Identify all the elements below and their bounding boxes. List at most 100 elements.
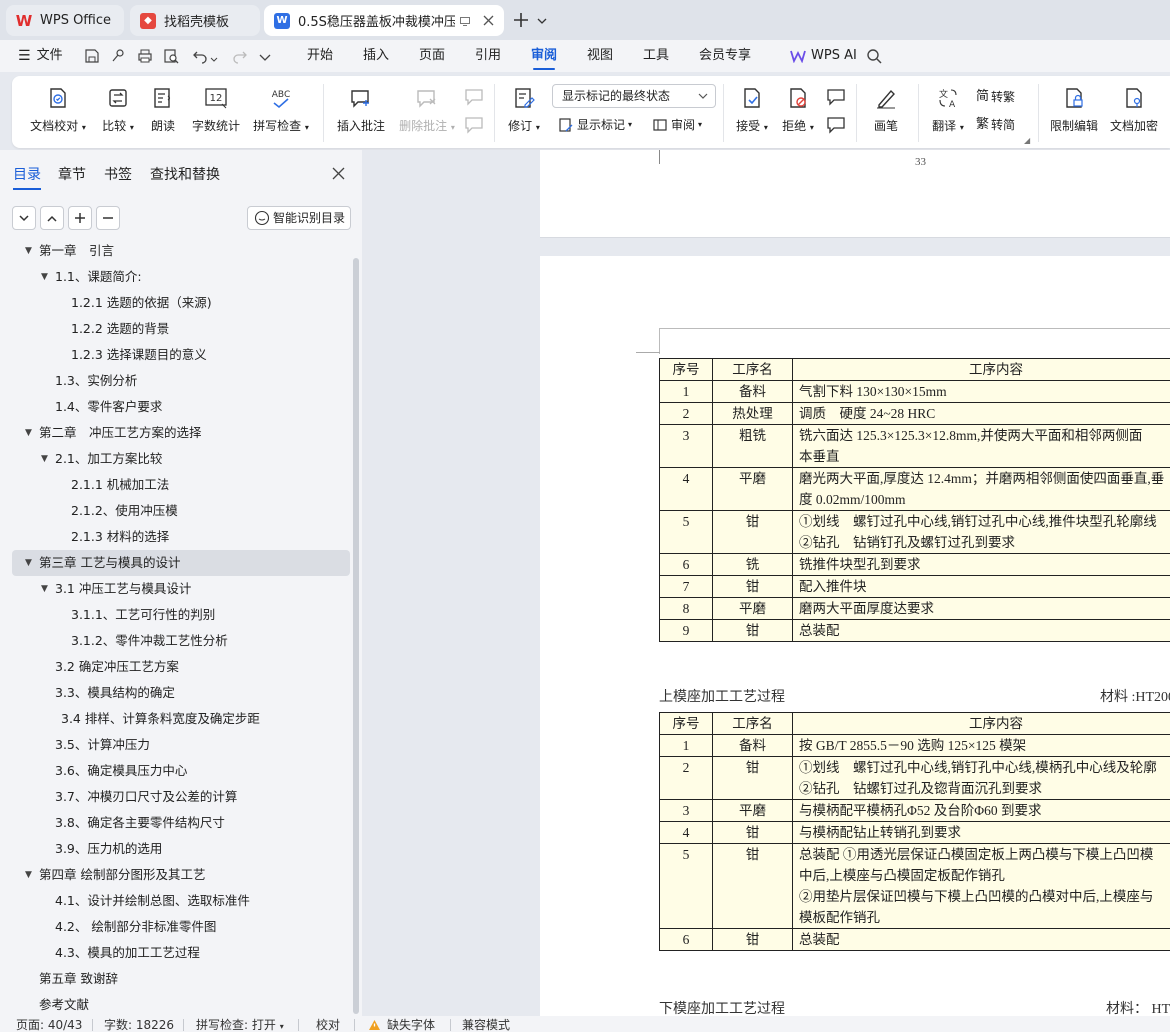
redo-icon[interactable] <box>232 48 248 67</box>
remove-heading-button[interactable] <box>96 206 120 230</box>
delete-comment-button[interactable]: 删除批注 ▾ <box>394 76 460 148</box>
toc-item[interactable]: 3.9、压力机的选用 <box>12 836 350 862</box>
save-icon[interactable] <box>84 48 100 67</box>
menu-references[interactable]: 引用 <box>475 40 501 72</box>
expand-triangle-icon[interactable]: ▼ <box>41 264 48 290</box>
prev-comment-icon[interactable] <box>464 88 484 109</box>
nav-tab-bookmarks[interactable]: 书签 <box>104 164 132 184</box>
toc-item[interactable]: ▼ 第二章 冲压工艺方案的选择 <box>12 420 350 446</box>
to-traditional-button[interactable]: 简转繁 <box>976 86 1015 108</box>
add-heading-button[interactable] <box>68 206 92 230</box>
reject-button[interactable]: 拒绝 ▾ <box>776 76 820 148</box>
show-markup-button[interactable]: 显示标记 ▾ <box>558 114 632 136</box>
doc-encrypt-button[interactable]: 文档加密 <box>1106 76 1162 148</box>
collapse-all-button[interactable] <box>40 206 64 230</box>
toc-item[interactable]: ▼ 2.1、加工方案比较 <box>12 446 350 472</box>
toc-item[interactable]: 2.1.1 机械加工法 <box>12 472 350 498</box>
close-pane-icon[interactable] <box>332 167 345 183</box>
expand-triangle-icon[interactable]: ▼ <box>25 420 32 446</box>
toc-item[interactable]: 3.5、计算冲压力 <box>12 732 350 758</box>
toc-item[interactable]: 3.7、冲模刃口尺寸及公差的计算 <box>12 784 350 810</box>
tab-list-chevron-icon[interactable] <box>537 14 547 29</box>
toc-item[interactable]: 3.4 排样、计算条料宽度及确定步距 <box>12 706 350 732</box>
expand-all-button[interactable] <box>12 206 36 230</box>
expand-triangle-icon[interactable]: ▼ <box>41 576 48 602</box>
file-menu[interactable]: ☰ 文件 <box>18 40 63 72</box>
undo-dropdown-icon[interactable] <box>210 52 218 67</box>
nav-tab-find-replace[interactable]: 查找和替换 <box>150 164 220 184</box>
restrict-edit-button[interactable]: 限制编辑 <box>1046 76 1102 148</box>
print-preview-icon[interactable] <box>163 48 179 67</box>
wps-ai-button[interactable]: WPS AI <box>790 40 857 72</box>
nav-tab-toc[interactable]: 目录 <box>13 164 41 190</box>
pen-button[interactable]: 画笔 <box>864 76 908 148</box>
toc-item[interactable]: 3.6、确定模具压力中心 <box>12 758 350 784</box>
expand-triangle-icon[interactable]: ▼ <box>25 241 32 264</box>
toc-item[interactable]: 1.2.1 选题的依据（来源) <box>12 290 350 316</box>
track-changes-button[interactable]: 修订 ▾ <box>502 76 546 148</box>
word-count-indicator[interactable]: 字数: 18226 <box>104 1016 174 1032</box>
dialog-launcher-icon[interactable]: ◢ <box>1024 136 1030 145</box>
window-restore-icon[interactable] <box>459 15 471 27</box>
menu-insert[interactable]: 插入 <box>363 40 389 72</box>
proofread-status[interactable]: 校对 <box>316 1016 340 1032</box>
toc-item[interactable]: 1.3、实例分析 <box>12 368 350 394</box>
smart-toc-button[interactable]: 智能识别目录 <box>247 206 351 230</box>
toc-item[interactable]: ▼ 第一章 引言 <box>12 241 350 264</box>
tab-current-document[interactable]: W 0.5S稳压器盖板冲裁模冲压工艺 <box>264 5 504 36</box>
doc-check-button[interactable]: 文档校对 ▾ <box>24 76 92 148</box>
print-icon[interactable] <box>137 48 153 67</box>
toc-item[interactable]: ▼ 第四章 绘制部分图形及其工艺 <box>12 862 350 888</box>
toc-item[interactable]: 4.3、模具的加工工艺过程 <box>12 940 350 966</box>
tab-wps-office[interactable]: W WPS Office <box>6 5 124 36</box>
toc-item[interactable]: 3.8、确定各主要零件结构尺寸 <box>12 810 350 836</box>
toc-item[interactable]: 2.1.2、使用冲压模 <box>12 498 350 524</box>
next-comment-icon[interactable] <box>464 116 484 137</box>
tab-docer-templates[interactable]: ◆ 找稻壳模板 <box>130 5 260 36</box>
toc-item[interactable]: 1.2.3 选择课题目的意义 <box>12 342 350 368</box>
toc-item[interactable]: ▼ 3.1 冲压工艺与模具设计 <box>12 576 350 602</box>
more-quick-access-icon[interactable] <box>259 51 271 66</box>
toc-item[interactable]: 4.1、设计并绘制总图、选取标准件 <box>12 888 350 914</box>
markup-state-select[interactable]: 显示标记的最终状态 <box>552 84 716 108</box>
toc-item[interactable]: 3.2 确定冲压工艺方案 <box>12 654 350 680</box>
toc-item[interactable]: ▼ 第三章 工艺与模具的设计 <box>12 550 350 576</box>
spell-check-status[interactable]: 拼写检查: 打开 ▾ <box>196 1016 284 1032</box>
to-simplified-button[interactable]: 繁转简 <box>976 114 1015 136</box>
menu-member[interactable]: 会员专享 <box>699 40 751 72</box>
accept-button[interactable]: 接受 ▾ <box>730 76 774 148</box>
next-change-icon[interactable] <box>826 116 846 137</box>
toc-item[interactable]: 1.2.2 选题的背景 <box>12 316 350 342</box>
toc-item[interactable]: ▼ 1.1、课题简介: <box>12 264 350 290</box>
insert-comment-button[interactable]: 插入批注 <box>332 76 390 148</box>
nav-tab-sections[interactable]: 章节 <box>58 164 86 184</box>
toc-item[interactable]: 3.1.2、零件冲裁工艺性分析 <box>12 628 350 654</box>
expand-triangle-icon[interactable]: ▼ <box>25 862 32 888</box>
toc-item[interactable]: 3.3、模具结构的确定 <box>12 680 350 706</box>
toc-item[interactable]: 2.1.3 材料的选择 <box>12 524 350 550</box>
compare-button[interactable]: 比较 ▾ <box>96 76 140 148</box>
toc-scrollbar[interactable] <box>353 258 359 1014</box>
document-canvas[interactable]: 33 序号 工序名 工序内容 1 备料 气割下料 130×130×15mm 2 热处理 调质 硬… <box>362 150 1170 1016</box>
read-aloud-button[interactable]: 朗读 <box>144 76 182 148</box>
menu-view[interactable]: 视图 <box>587 40 613 72</box>
menu-home[interactable]: 开始 <box>307 40 333 72</box>
translate-button[interactable]: 文A 翻译 ▾ <box>926 76 970 148</box>
share-icon[interactable] <box>110 48 126 67</box>
close-tab-icon[interactable] <box>483 15 494 26</box>
toc-item[interactable]: 第五章 致谢辞 <box>12 966 350 992</box>
review-pane-button[interactable]: 审阅 ▾ <box>652 114 702 136</box>
undo-icon[interactable] <box>192 48 208 67</box>
menu-review[interactable]: 审阅 <box>531 40 557 72</box>
search-icon[interactable] <box>866 48 882 67</box>
expand-triangle-icon[interactable]: ▼ <box>25 550 32 576</box>
missing-font-status[interactable]: 缺失字体 <box>368 1016 435 1032</box>
prev-change-icon[interactable] <box>826 88 846 109</box>
expand-triangle-icon[interactable]: ▼ <box>41 446 48 472</box>
word-count-button[interactable]: 12 字数统计 <box>186 76 246 148</box>
menu-page[interactable]: 页面 <box>419 40 445 72</box>
new-tab-icon[interactable] <box>512 11 530 32</box>
menu-tools[interactable]: 工具 <box>643 40 669 72</box>
toc-item[interactable]: 4.2、 绘制部分非标准零件图 <box>12 914 350 940</box>
toc-item[interactable]: 参考文献 <box>12 992 350 1016</box>
